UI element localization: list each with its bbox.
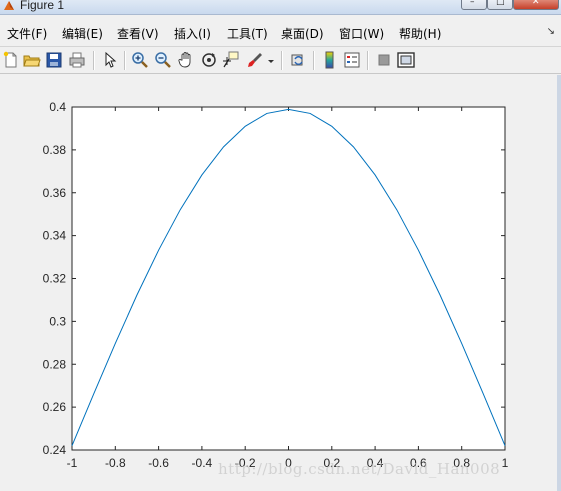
- menu-overflow-icon[interactable]: ↘: [547, 26, 555, 37]
- figure-canvas: -1 -0.8 -0.6 -0.4 -0.2 0 0.2 0.4 0.6 0.8 1 0.24 0.26…: [0, 75, 558, 491]
- menu-insert[interactable]: 插入(I): [174, 25, 211, 42]
- menu-view[interactable]: 查看(V): [117, 25, 159, 42]
- line-chart[interactable]: -1 -0.8 -0.6 -0.4 -0.2 0 0.2 0.4 0.6 0.8 10.240.26…: [0, 75, 558, 491]
- data-cursor-icon[interactable]: [222, 51, 240, 69]
- zoom-in-icon[interactable]: [131, 51, 149, 69]
- window-title: Figure 1: [20, 0, 65, 12]
- rotate-3d-icon[interactable]: [200, 51, 218, 69]
- show-plot-tools-icon[interactable]: [397, 51, 415, 69]
- print-icon[interactable]: [68, 51, 86, 69]
- y-tick-label: 0.3: [49, 314, 66, 328]
- link-plot-icon[interactable]: [289, 51, 307, 69]
- matlab-logo-icon: [4, 1, 14, 10]
- menu-edit[interactable]: 编辑(E): [62, 25, 103, 42]
- minimize-icon: –: [470, 0, 475, 7]
- open-file-icon[interactable]: [23, 51, 41, 69]
- window-border: [557, 75, 561, 491]
- toolbar-separator: [367, 51, 369, 70]
- y-tick-label: 0.28: [43, 357, 67, 371]
- x-tick-label: -0.4: [192, 456, 213, 470]
- menu-bar: 文件(F) 编辑(E) 查看(V) 插入(I) 工具(T) 桌面(D) 窗口(W…: [0, 22, 561, 44]
- menu-desktop[interactable]: 桌面(D): [281, 25, 324, 42]
- toolbar-separator: [124, 51, 126, 70]
- toolbar-separator: [281, 51, 283, 70]
- insert-colorbar-icon[interactable]: [321, 51, 339, 69]
- y-tick-label: 0.26: [43, 400, 67, 414]
- hide-plot-tools-icon[interactable]: [375, 51, 393, 69]
- save-icon[interactable]: [45, 51, 63, 69]
- menu-file[interactable]: 文件(F): [7, 25, 47, 42]
- edit-plot-arrow-icon[interactable]: [101, 51, 119, 69]
- y-tick-label: 0.34: [43, 229, 67, 243]
- x-tick-label: 1: [502, 456, 509, 470]
- close-button[interactable]: ✕: [513, 0, 559, 10]
- insert-legend-icon[interactable]: [343, 51, 361, 69]
- x-tick-label: -0.6: [148, 456, 169, 470]
- menu-window[interactable]: 窗口(W): [339, 25, 384, 42]
- maximize-icon: □: [496, 0, 505, 7]
- x-tick-label: -0.8: [105, 456, 126, 470]
- y-tick-label: 0.4: [49, 100, 66, 114]
- zoom-out-icon[interactable]: [154, 51, 172, 69]
- window-titlebar: Figure 1 – □ ✕: [0, 0, 561, 15]
- watermark-text: http://blog.csdn.net/David_Han008: [218, 460, 501, 478]
- menu-tools[interactable]: 工具(T): [227, 25, 268, 42]
- toolbar-separator: [93, 51, 95, 70]
- close-icon: ✕: [532, 0, 540, 7]
- maximize-button[interactable]: □: [487, 0, 513, 10]
- y-tick-label: 0.38: [43, 143, 67, 157]
- y-tick-label: 0.32: [43, 272, 67, 286]
- brush-dropdown-icon[interactable]: [266, 51, 276, 69]
- plot-area: [71, 106, 506, 451]
- minimize-button[interactable]: –: [461, 0, 487, 10]
- pan-hand-icon[interactable]: [177, 51, 195, 69]
- new-figure-icon[interactable]: [2, 51, 20, 69]
- y-tick-label: 0.36: [43, 186, 67, 200]
- brush-icon[interactable]: [246, 51, 264, 69]
- menu-help[interactable]: 帮助(H): [399, 25, 441, 42]
- y-tick-label: 0.24: [43, 443, 67, 457]
- figure-toolbar: [0, 46, 561, 74]
- toolbar-separator: [313, 51, 315, 70]
- x-tick-label: -1: [67, 456, 78, 470]
